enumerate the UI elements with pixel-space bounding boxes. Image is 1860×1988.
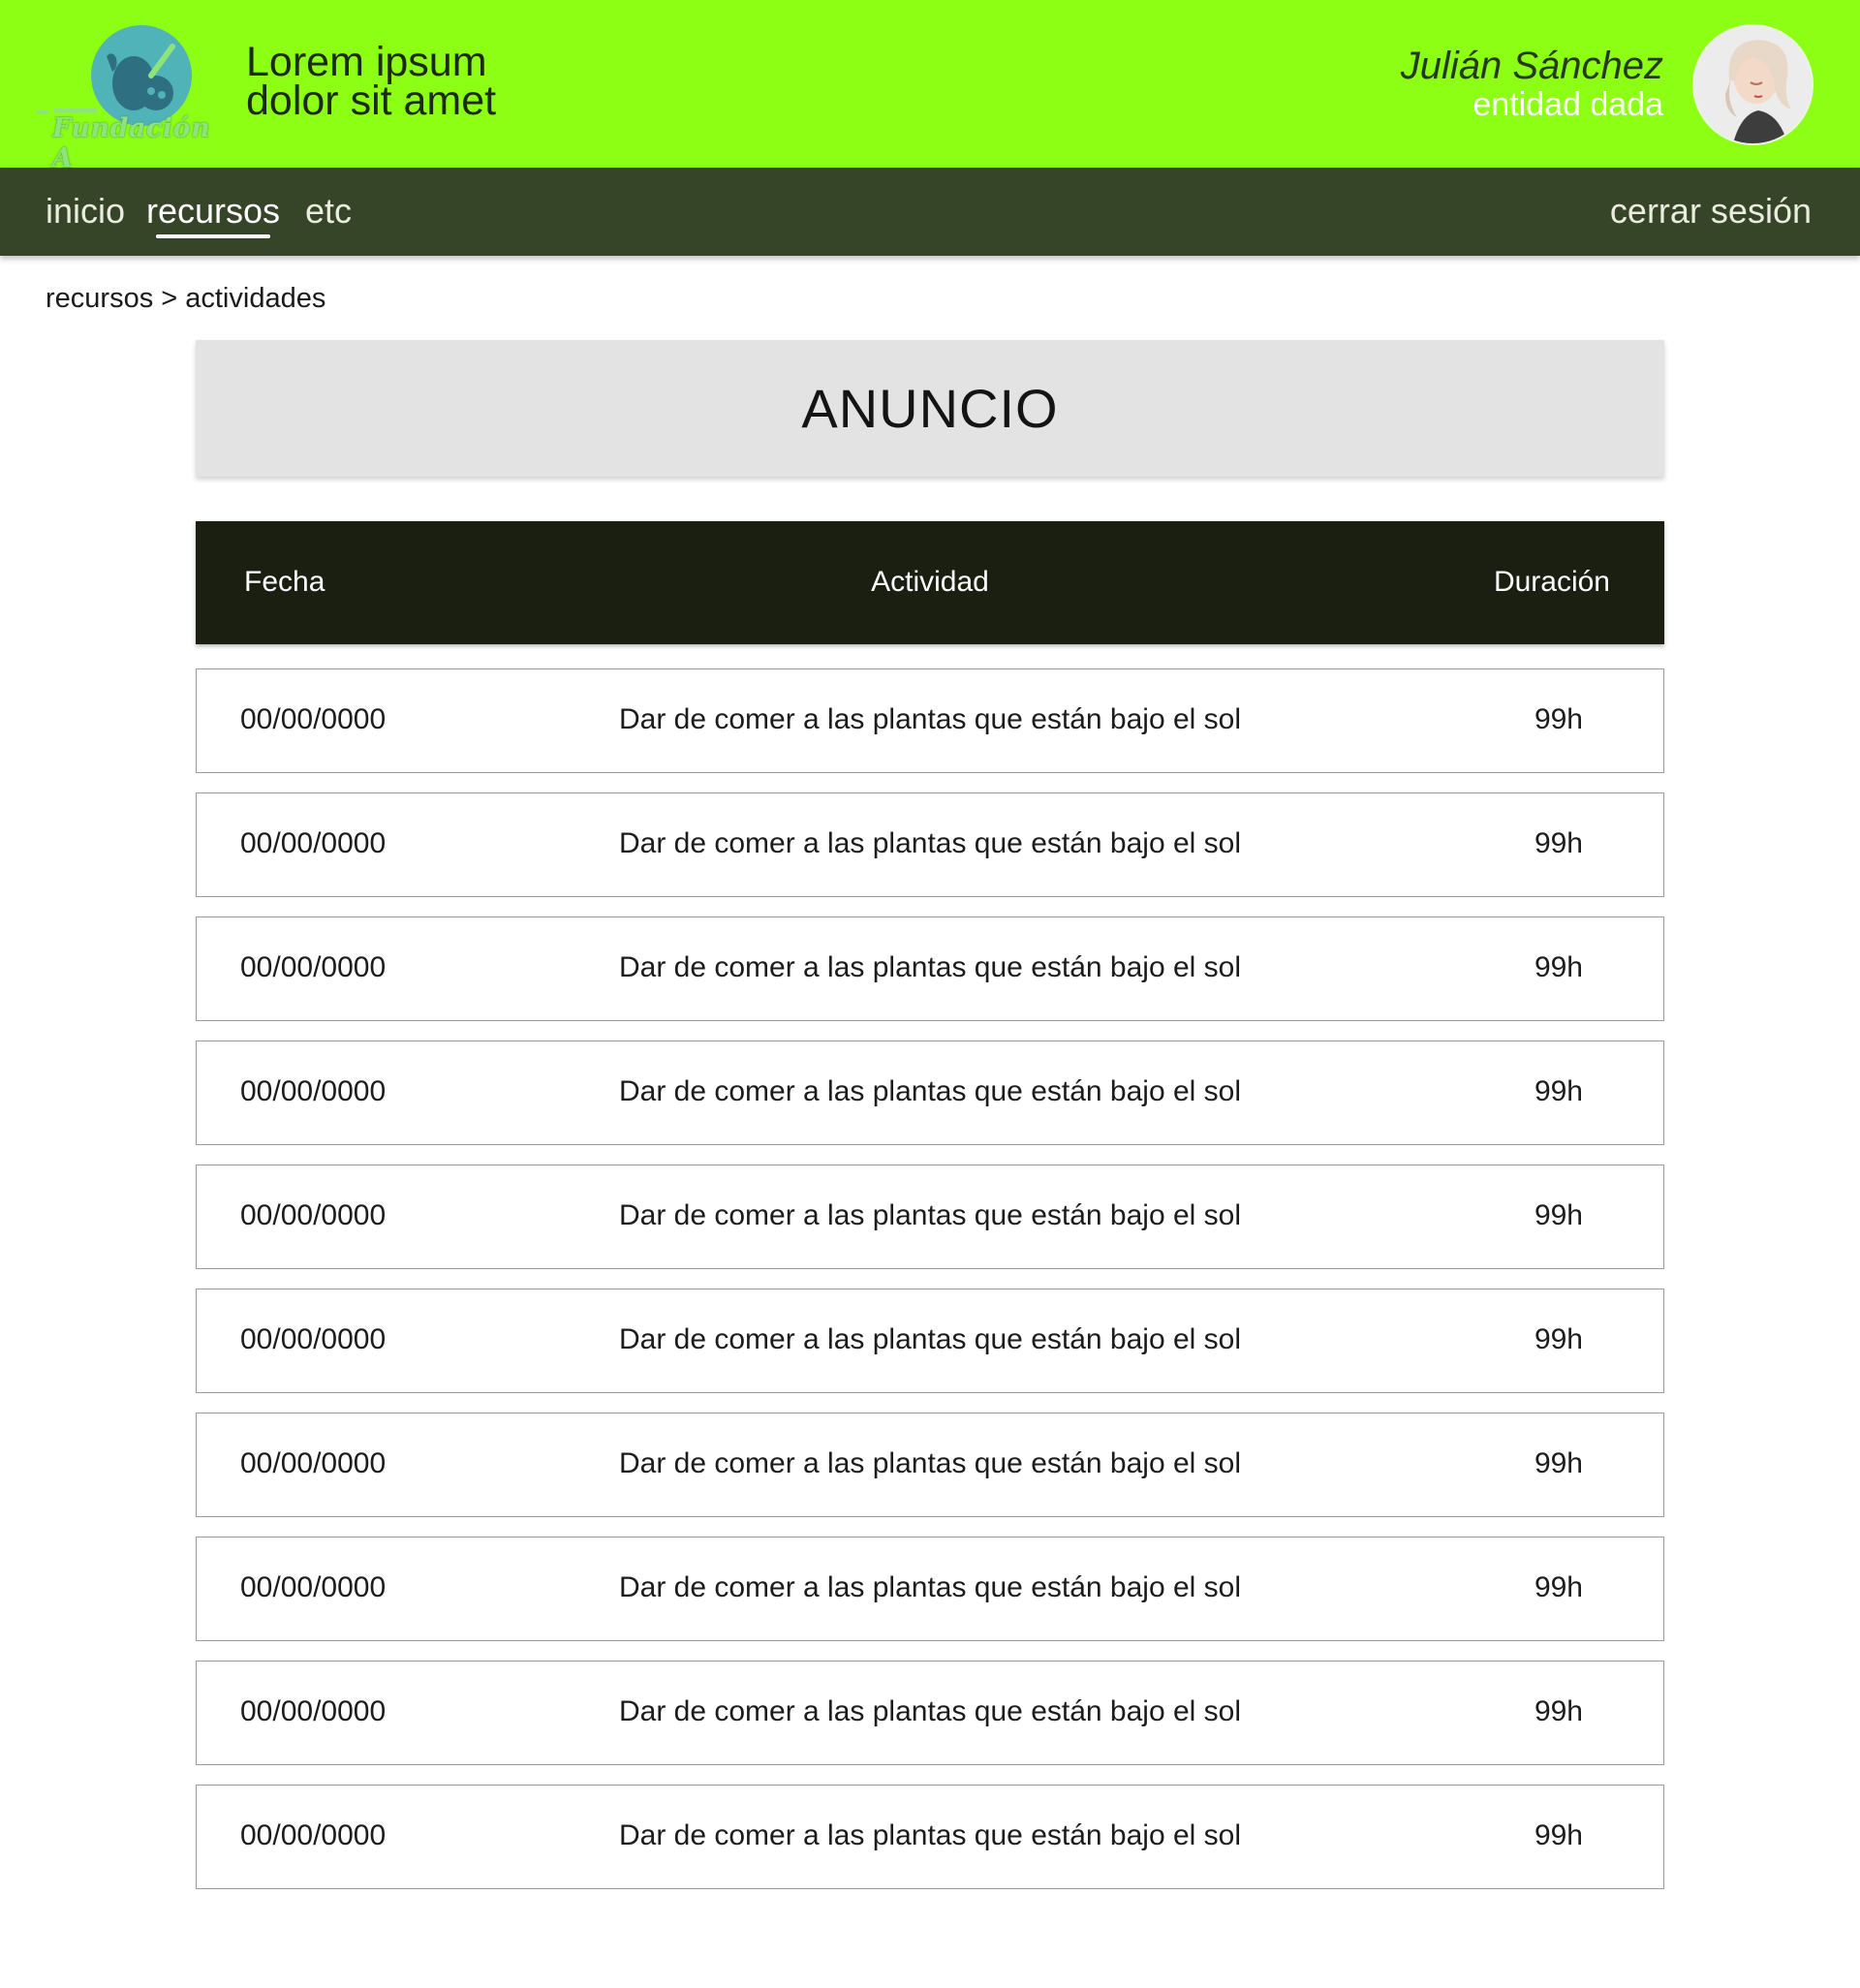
column-header-actividad: Actividad [871,566,989,598]
table-row[interactable]: 00/00/0000 Dar de comer a las plantas qu… [196,1289,1664,1393]
cell-duracion: 99h [1534,1695,1583,1727]
cell-actividad: Dar de comer a las plantas que están baj… [618,703,1242,735]
user-avatar-icon [1694,26,1812,143]
table-row[interactable]: 00/00/0000 Dar de comer a las plantas qu… [196,1785,1664,1889]
logo-text: Fundación A [52,113,211,173]
user-entity: entidad dada [1472,86,1663,123]
cell-duracion: 99h [1534,951,1583,983]
navbar: inicio recursos etc cerrar sesión [0,168,1860,256]
breadcrumb: recursos > actividades [46,283,326,314]
cell-duracion: 99h [1534,1075,1583,1107]
cell-duracion: 99h [1534,1323,1583,1355]
cell-actividad: Dar de comer a las plantas que están baj… [618,1447,1242,1479]
table-row[interactable]: 00/00/0000 Dar de comer a las plantas qu… [196,1165,1664,1269]
cell-actividad: Dar de comer a las plantas que están baj… [618,1819,1242,1851]
cell-duracion: 99h [1534,1199,1583,1231]
cell-actividad: Dar de comer a las plantas que están baj… [618,1199,1242,1231]
site-title-line2: dolor sit amet [246,78,497,124]
active-nav-indicator [156,234,270,238]
cell-duracion: 99h [1534,703,1583,735]
cell-actividad: Dar de comer a las plantas que están baj… [618,1695,1242,1727]
table-row[interactable]: 00/00/0000 Dar de comer a las plantas qu… [196,1537,1664,1641]
foundation-logo[interactable]: Fundación A [37,17,221,173]
avatar[interactable] [1694,26,1812,143]
column-header-duracion: Duración [1493,566,1610,598]
nav-item-etc[interactable]: etc [305,191,352,232]
table-row[interactable]: 00/00/0000 Dar de comer a las plantas qu… [196,1041,1664,1145]
table-row[interactable]: 00/00/0000 Dar de comer a las plantas qu… [196,792,1664,897]
table-row[interactable]: 00/00/0000 Dar de comer a las plantas qu… [196,1413,1664,1517]
user-name: Julián Sánchez [1400,45,1663,87]
announcement-text: ANUNCIO [801,378,1059,439]
cell-actividad: Dar de comer a las plantas que están baj… [618,1571,1242,1603]
header: Fundación A Lorem ipsum dolor sit amet J… [0,0,1860,173]
table-row[interactable]: 00/00/0000 Dar de comer a las plantas qu… [196,668,1664,773]
cell-duracion: 99h [1534,1571,1583,1603]
nav-item-recursos[interactable]: recursos [146,191,280,232]
cell-duracion: 99h [1534,1447,1583,1479]
cell-actividad: Dar de comer a las plantas que están baj… [618,1075,1242,1107]
site-title: Lorem ipsum dolor sit amet [246,39,497,124]
nav-item-inicio[interactable]: inicio [46,191,125,232]
site-title-line1: Lorem ipsum [246,39,487,85]
cell-duracion: 99h [1534,1819,1583,1851]
cell-actividad: Dar de comer a las plantas que están baj… [618,951,1242,983]
table-row[interactable]: 00/00/0000 Dar de comer a las plantas qu… [196,916,1664,1021]
table-header: Fecha Actividad Duración [196,521,1664,644]
logout-link[interactable]: cerrar sesión [1610,191,1812,232]
announcement-banner: ANUNCIO [196,340,1664,477]
cell-actividad: Dar de comer a las plantas que están baj… [618,1323,1242,1355]
cell-actividad: Dar de comer a las plantas que están baj… [618,827,1242,859]
cell-duracion: 99h [1534,827,1583,859]
table-row[interactable]: 00/00/0000 Dar de comer a las plantas qu… [196,1661,1664,1765]
